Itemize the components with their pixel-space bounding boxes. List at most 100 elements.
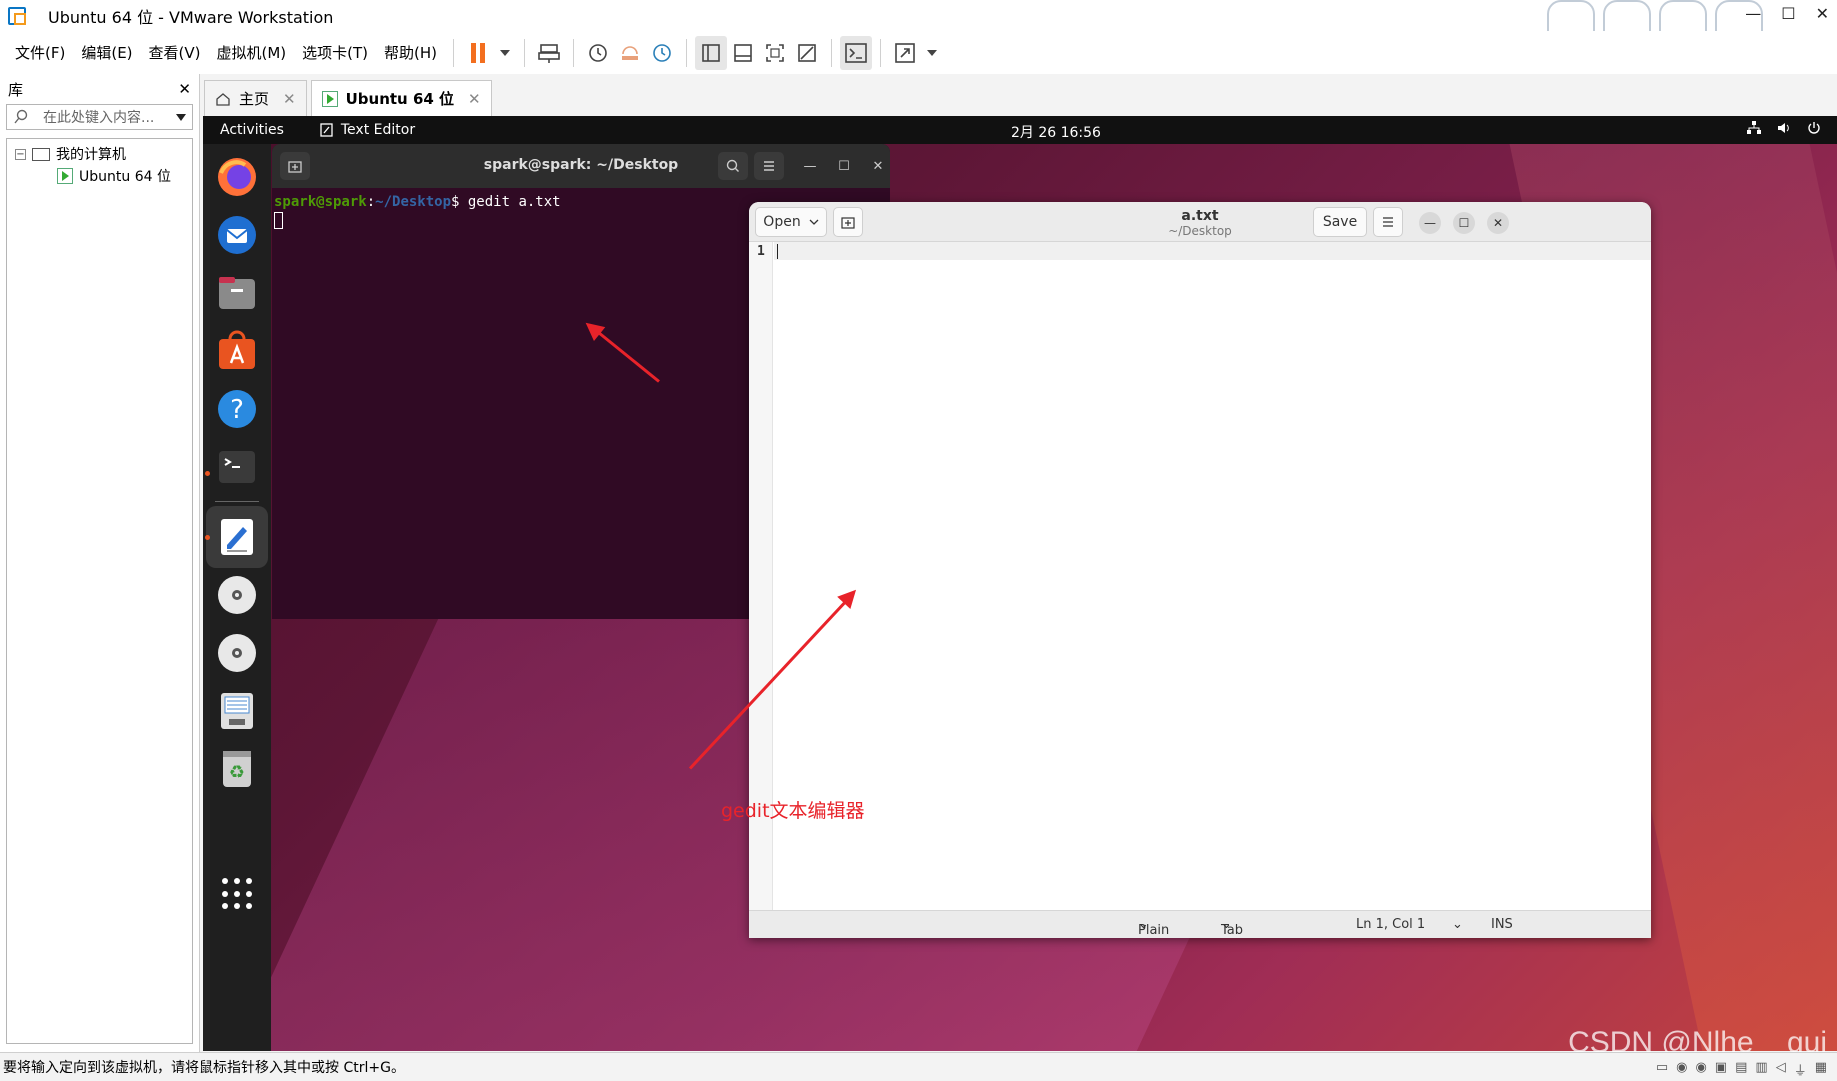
search-dropdown-icon[interactable] xyxy=(176,113,186,121)
menu-vm[interactable]: 虚拟机(M) xyxy=(209,39,295,67)
menu-view[interactable]: 查看(V) xyxy=(141,39,209,67)
terminal-headerbar: spark@spark: ~/Desktop — ☐ ✕ xyxy=(272,144,890,188)
show-library-button[interactable] xyxy=(695,35,728,70)
guest-screen[interactable]: Activities Text Editor 2月 26 16:56 ? ♻ s… xyxy=(203,116,1837,1051)
document-scanner-icon[interactable] xyxy=(214,688,260,734)
app-menu-label: Text Editor xyxy=(340,122,416,138)
terminal-minimize-button[interactable]: — xyxy=(800,156,820,176)
gedit-close-button[interactable]: ✕ xyxy=(1487,212,1509,234)
tab-close-icon[interactable]: ✕ xyxy=(468,90,481,108)
tree-item-ubuntu-vm[interactable]: Ubuntu 64 位 xyxy=(7,165,192,187)
tab-width-selector[interactable]: Tab Width: 8 ⌄ xyxy=(1221,917,1243,938)
prompt-separator: : xyxy=(366,194,376,210)
disc-icon[interactable] xyxy=(214,630,260,676)
pause-dropdown-icon[interactable] xyxy=(500,49,511,56)
save-button[interactable]: Save xyxy=(1313,207,1367,237)
clock[interactable]: 2月 26 16:56 xyxy=(1011,122,1101,142)
system-tray[interactable] xyxy=(1747,121,1821,135)
terminal-maximize-button[interactable]: ☐ xyxy=(834,156,854,176)
hard-disk-icon[interactable]: ▭ xyxy=(1656,1060,1668,1079)
terminal-menu-button[interactable] xyxy=(754,152,784,180)
show-apps-icon[interactable] xyxy=(222,878,254,910)
menu-help[interactable]: 帮助(H) xyxy=(376,39,445,67)
thunderbird-icon[interactable] xyxy=(214,212,260,258)
prompt-end: $ xyxy=(451,194,468,210)
prompt-path: ~/Desktop xyxy=(375,194,452,210)
hamburger-menu-icon xyxy=(764,161,774,171)
revert-snapshot-icon xyxy=(622,45,639,60)
library-search-placeholder: 在此处键入内容... xyxy=(43,110,155,126)
menu-file[interactable]: 文件(F) xyxy=(7,39,73,67)
insert-mode[interactable]: INS xyxy=(1491,917,1513,932)
revert-snapshot-button[interactable] xyxy=(614,36,646,70)
activities-button[interactable]: Activities xyxy=(220,122,284,138)
gedit-menu-button[interactable] xyxy=(1373,207,1403,237)
toolbar-separator xyxy=(831,38,833,67)
library-close-button[interactable]: ✕ xyxy=(178,80,191,98)
svg-text:?: ? xyxy=(230,395,244,425)
help-icon[interactable]: ? xyxy=(214,386,260,432)
thumbnail-bar-button[interactable] xyxy=(727,36,759,70)
pause-icon xyxy=(471,42,486,63)
menu-edit[interactable]: 编辑(E) xyxy=(73,39,140,67)
library-layout-icon xyxy=(702,43,720,62)
send-ctrl-alt-del-button[interactable] xyxy=(533,36,565,70)
maximize-button[interactable]: ☐ xyxy=(1781,4,1795,23)
unity-button[interactable] xyxy=(791,36,823,70)
fullscreen-icon xyxy=(766,43,784,62)
trash-icon[interactable]: ♻ xyxy=(214,746,260,792)
tab-ubuntu-label: Ubuntu 64 位 xyxy=(345,90,455,108)
dock-separator xyxy=(215,501,259,502)
vm-tabs: 主页 ✕ Ubuntu 64 位 ✕ xyxy=(204,80,492,116)
search-icon xyxy=(14,109,28,124)
pause-button[interactable] xyxy=(462,36,494,70)
status-message: 要将输入定向到该虚拟机，请将鼠标指针移入其中或按 Ctrl+G。 xyxy=(3,1060,405,1076)
tab-ubuntu-vm[interactable]: Ubuntu 64 位 ✕ xyxy=(310,80,492,116)
collapse-icon[interactable]: − xyxy=(15,148,26,160)
terminal-icon[interactable] xyxy=(214,444,260,490)
firefox-icon[interactable] xyxy=(214,154,260,200)
printer-icon[interactable]: ▥ xyxy=(1755,1060,1767,1079)
close-button[interactable]: ✕ xyxy=(1816,4,1829,23)
stretch-guest-button[interactable] xyxy=(889,36,921,70)
menu-tabs[interactable]: 选项卡(T) xyxy=(294,39,376,67)
files-icon[interactable] xyxy=(214,270,260,316)
toolbar-separator xyxy=(686,38,688,67)
prompt-user: spark@spark xyxy=(274,194,367,210)
ubuntu-dock: ? ♻ xyxy=(203,144,271,1051)
cursor-position[interactable]: Ln 1, Col 1 xyxy=(1356,917,1425,932)
gedit-title: a.txt xyxy=(1181,208,1219,224)
usb-icon[interactable]: ⏚ xyxy=(1794,1060,1807,1079)
network-adapter-icon[interactable]: ▤ xyxy=(1735,1060,1747,1079)
app-center-icon[interactable] xyxy=(214,328,260,374)
gedit-window[interactable]: Open a.txt ~/Desktop Save — ☐ ✕ 1 Plain … xyxy=(749,202,1651,938)
language-selector[interactable]: Plain Text ⌄ xyxy=(1138,917,1169,938)
text-editor-icon[interactable] xyxy=(214,514,260,560)
console-view-button[interactable] xyxy=(840,35,873,70)
toolbar-separator xyxy=(453,38,455,67)
tab-home[interactable]: 主页 ✕ xyxy=(204,80,307,116)
minimize-button[interactable]: — xyxy=(1745,4,1761,23)
gedit-maximize-button[interactable]: ☐ xyxy=(1453,212,1475,234)
position-dropdown-icon[interactable]: ⌄ xyxy=(1452,917,1463,932)
app-menu[interactable]: Text Editor xyxy=(320,122,415,138)
tab-close-icon[interactable]: ✕ xyxy=(283,90,296,108)
console-icon xyxy=(845,42,867,63)
gedit-minimize-button[interactable]: — xyxy=(1419,212,1441,234)
toolbar-separator xyxy=(880,38,882,67)
disc-icon[interactable] xyxy=(214,572,260,618)
stretch-dropdown-icon[interactable] xyxy=(927,49,938,56)
library-search-input[interactable]: 在此处键入内容... xyxy=(6,104,193,130)
full-screen-button[interactable] xyxy=(759,36,791,70)
snapshot-manager-button[interactable] xyxy=(646,36,678,70)
message-icon[interactable]: ▦ xyxy=(1815,1060,1827,1079)
cd-drive-icon[interactable]: ◉ xyxy=(1695,1060,1706,1079)
tree-item-my-computer[interactable]: − 我的计算机 xyxy=(7,143,192,165)
snapshot-button[interactable] xyxy=(582,36,614,70)
cd-drive-icon[interactable]: ◉ xyxy=(1676,1060,1687,1079)
text-area[interactable] xyxy=(774,242,1651,910)
terminal-close-button[interactable]: ✕ xyxy=(868,156,888,176)
floppy-icon[interactable]: ▣ xyxy=(1715,1060,1727,1079)
terminal-search-button[interactable] xyxy=(718,152,748,180)
sound-icon[interactable]: ◁ xyxy=(1776,1060,1786,1079)
